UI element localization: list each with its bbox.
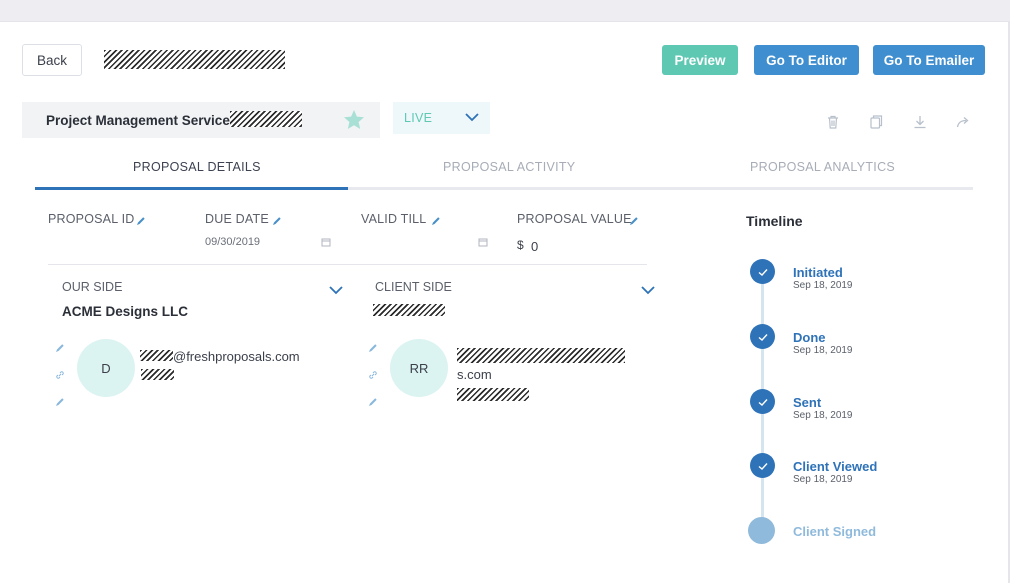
status-dropdown[interactable]: LIVE <box>393 102 490 134</box>
project-name: Project Management Services <box>46 113 238 128</box>
avatar: RR <box>390 339 448 397</box>
pencil-icon[interactable] <box>272 216 282 226</box>
valid-till-label: VALID TILL <box>361 212 427 226</box>
redacted-client-company <box>373 304 445 316</box>
preview-button[interactable]: Preview <box>662 45 738 75</box>
redacted-project-suffix <box>230 111 302 127</box>
redacted-client-name <box>457 348 625 363</box>
proposal-id-label: PROPOSAL ID <box>48 212 135 226</box>
copy-icon[interactable] <box>868 114 884 130</box>
chevron-down-icon <box>465 113 479 122</box>
currency-symbol: $ <box>517 238 524 252</box>
project-title-box: Project Management Services <box>22 102 380 138</box>
active-tab-indicator <box>35 187 348 190</box>
timeline-dot-initiated <box>750 259 775 284</box>
timeline-event-date: Sep 18, 2019 <box>793 280 853 291</box>
download-icon[interactable] <box>912 114 928 130</box>
our-contact-email: @freshproposals.com <box>173 349 300 364</box>
trash-icon[interactable] <box>825 114 841 130</box>
timeline-event-date: Sep 18, 2019 <box>793 410 853 421</box>
pencil-icon[interactable] <box>431 216 441 226</box>
check-icon <box>758 268 768 276</box>
link-icon[interactable] <box>55 370 65 380</box>
calendar-icon[interactable] <box>478 237 488 247</box>
tab-proposal-details[interactable]: PROPOSAL DETAILS <box>133 160 261 174</box>
go-to-editor-button[interactable]: Go To Editor <box>754 45 859 75</box>
timeline-dot-client-signed <box>748 517 775 544</box>
tab-proposal-analytics[interactable]: PROPOSAL ANALYTICS <box>750 160 895 174</box>
status-label: LIVE <box>404 111 433 125</box>
due-date-value[interactable]: 09/30/2019 <box>205 236 260 248</box>
pencil-icon[interactable] <box>55 397 65 407</box>
redacted-client-phone <box>457 388 529 401</box>
check-icon <box>758 333 768 341</box>
timeline-event-label: Client Signed <box>793 524 877 539</box>
redacted-proposal-title <box>104 50 285 69</box>
check-icon <box>758 462 768 470</box>
avatar-initials: RR <box>409 360 429 376</box>
our-company-name: ACME Designs LLC <box>62 304 189 319</box>
avatar: D <box>77 339 135 397</box>
redacted-email-prefix <box>140 350 173 361</box>
pencil-icon[interactable] <box>368 397 378 407</box>
link-icon[interactable] <box>368 370 378 380</box>
timeline-title: Timeline <box>746 213 803 229</box>
timeline-event-date: Sep 18, 2019 <box>793 474 853 485</box>
calendar-icon[interactable] <box>321 237 331 247</box>
client-side-label: CLIENT SIDE <box>375 280 452 294</box>
timeline-event-label: Sent <box>793 395 822 410</box>
pencil-icon[interactable] <box>55 343 65 353</box>
pencil-icon[interactable] <box>629 216 639 226</box>
check-icon <box>758 398 768 406</box>
timeline-dot-sent <box>750 389 775 414</box>
pencil-icon[interactable] <box>368 343 378 353</box>
proposal-tabs: PROPOSAL DETAILS PROPOSAL ACTIVITY PROPO… <box>35 150 973 190</box>
back-button[interactable]: Back <box>22 44 82 76</box>
proposal-value-label: PROPOSAL VALUE <box>517 212 632 226</box>
timeline-dot-client-viewed <box>750 453 775 478</box>
go-to-emailer-button[interactable]: Go To Emailer <box>873 45 985 75</box>
timeline-event-label: Done <box>793 330 826 345</box>
chevron-down-icon[interactable] <box>641 285 655 295</box>
browser-top-bar <box>0 0 1010 22</box>
timeline-event-label: Initiated <box>793 265 843 280</box>
timeline-event-date: Sep 18, 2019 <box>793 345 853 356</box>
pencil-icon[interactable] <box>136 216 146 226</box>
tab-proposal-activity[interactable]: PROPOSAL ACTIVITY <box>443 160 575 174</box>
divider <box>48 264 647 265</box>
chevron-down-icon[interactable] <box>329 285 343 295</box>
client-contact-email: s.com <box>457 367 492 382</box>
avatar-initials: D <box>101 360 111 376</box>
our-side-label: OUR SIDE <box>62 280 123 294</box>
redacted-contact-phone <box>141 369 174 380</box>
share-icon[interactable] <box>955 114 971 130</box>
due-date-label: DUE DATE <box>205 212 269 226</box>
star-icon[interactable] <box>342 108 366 132</box>
timeline-dot-done <box>750 324 775 349</box>
proposal-value[interactable]: 0 <box>531 239 538 254</box>
timeline-event-label: Client Viewed <box>793 459 878 474</box>
